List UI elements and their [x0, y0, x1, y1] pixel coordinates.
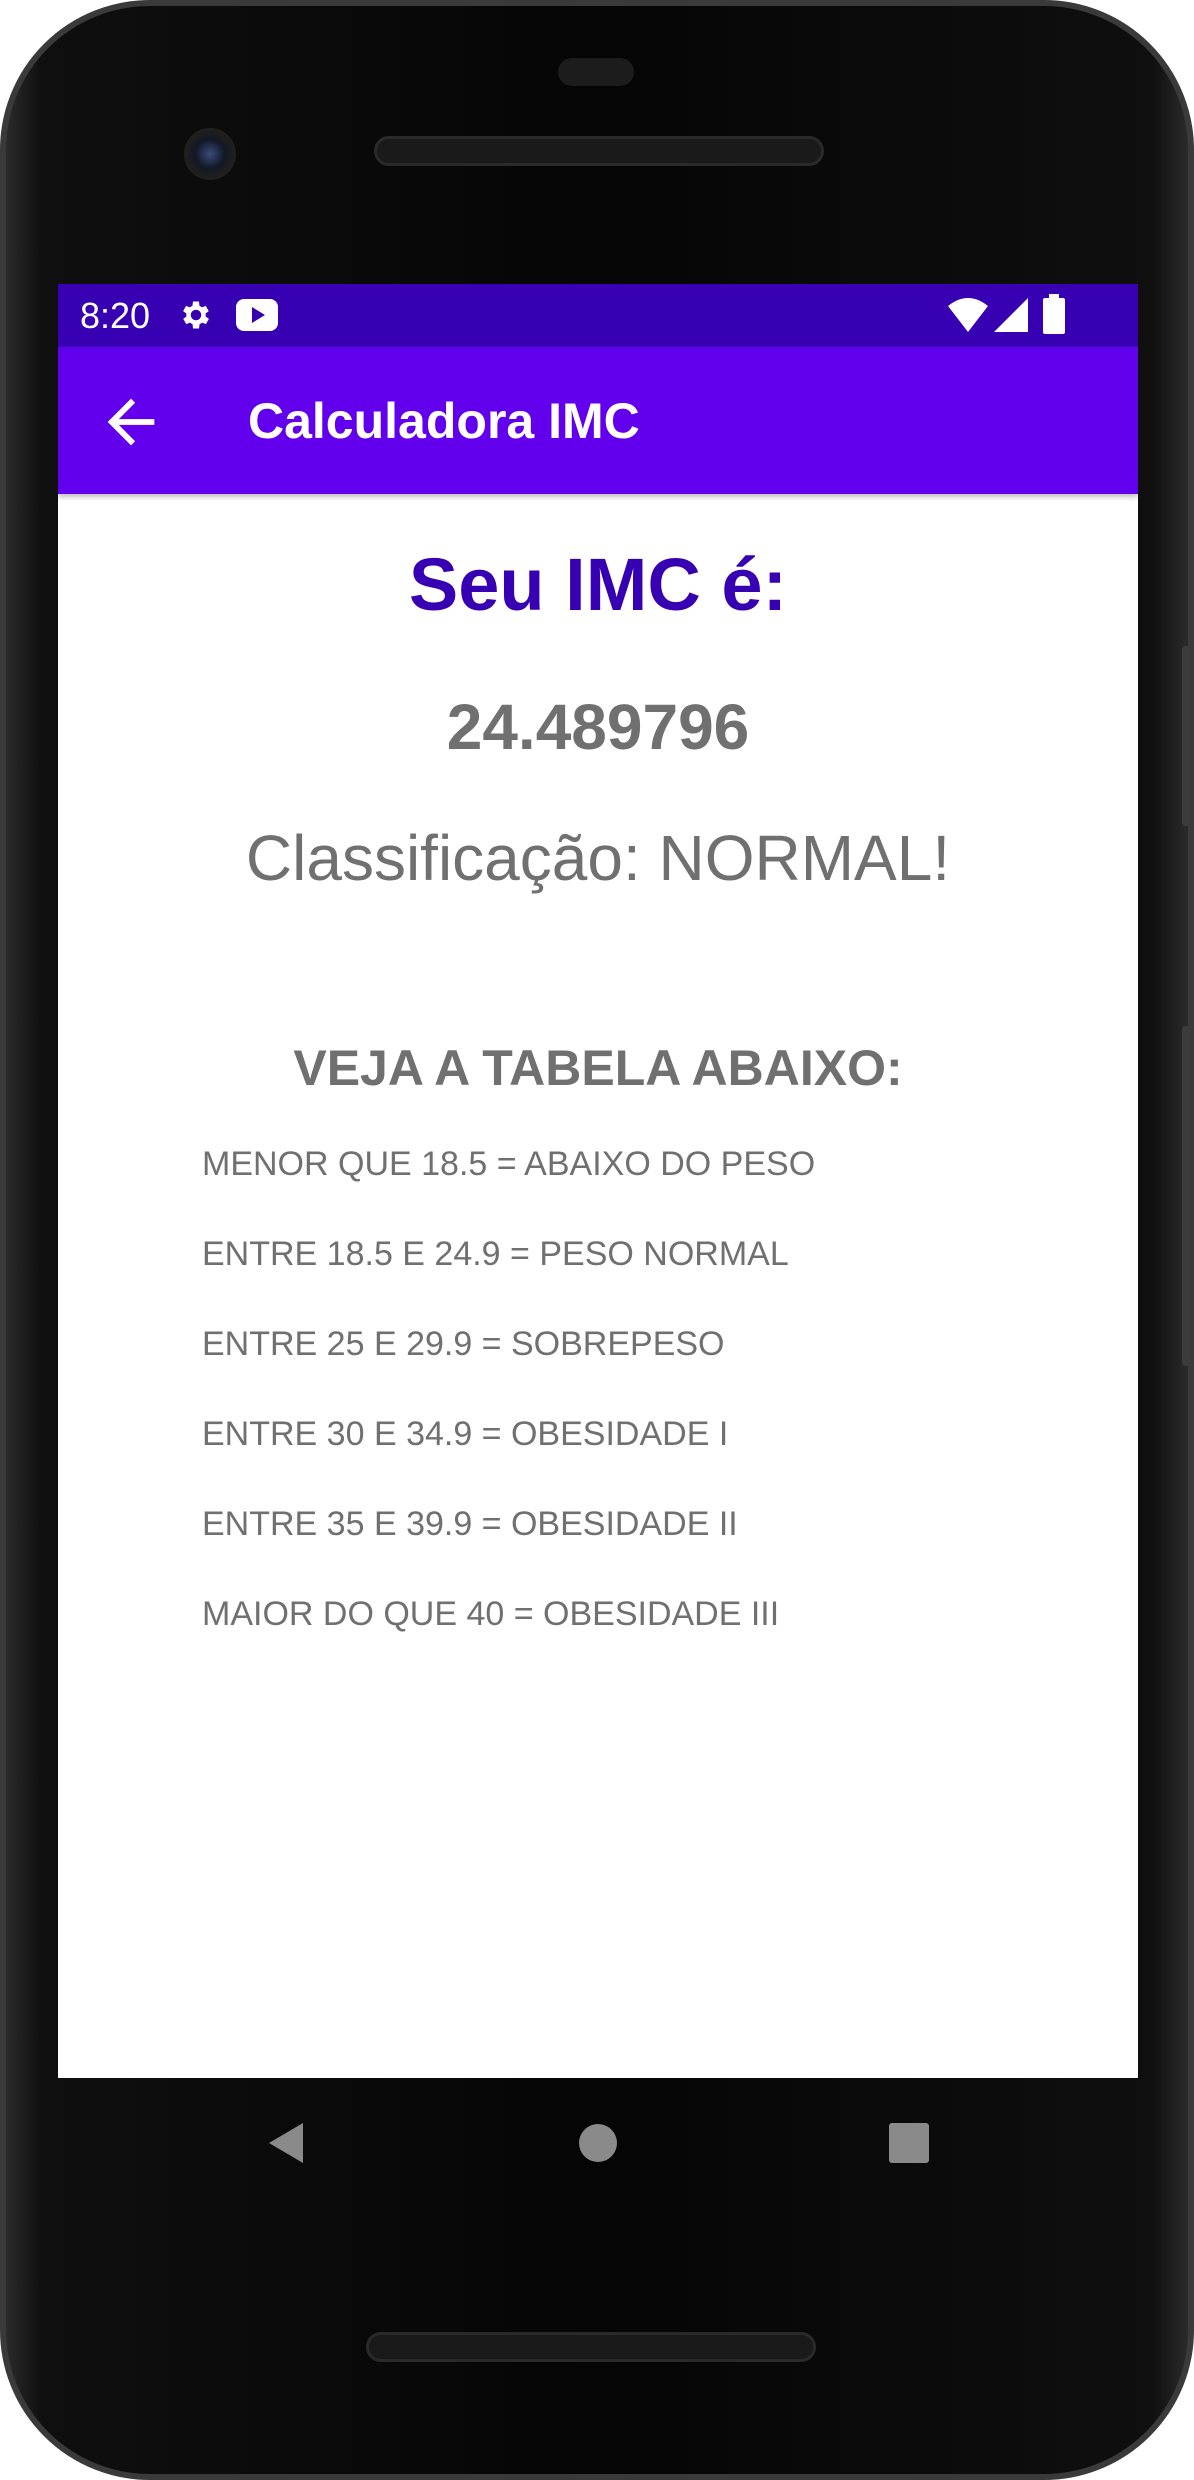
- power-button: [1182, 646, 1190, 826]
- bottom-speaker: [366, 2332, 816, 2362]
- earpiece: [558, 58, 634, 86]
- back-triangle-icon[interactable]: [251, 2108, 321, 2178]
- table-row: ENTRE 30 E 34.9 = OBESIDADE I: [202, 1415, 729, 1453]
- screen: 8:20 Calculadora IMC Seu IMC é: 24.48979…: [58, 284, 1138, 2078]
- navigation-bar: [6, 2078, 1194, 2208]
- app-title: Calculadora IMC: [248, 393, 640, 449]
- status-time: 8:20: [80, 295, 151, 336]
- home-circle-icon[interactable]: [563, 2108, 633, 2178]
- table-row: MENOR QUE 18.5 = ABAIXO DO PESO: [202, 1145, 816, 1183]
- table-row: ENTRE 18.5 E 24.9 = PESO NORMAL: [202, 1235, 789, 1273]
- table-row: ENTRE 35 E 39.9 = OBESIDADE II: [202, 1505, 738, 1543]
- bmi-table: MENOR QUE 18.5 = ABAIXO DO PESO ENTRE 18…: [202, 1144, 815, 1684]
- result-label: Seu IMC é:: [408, 543, 788, 626]
- youtube-icon: [236, 299, 278, 336]
- gear-icon: [178, 297, 214, 338]
- wifi-icon: [948, 298, 988, 337]
- back-arrow-icon[interactable]: [96, 387, 166, 457]
- front-camera: [184, 128, 236, 180]
- table-title: VEJA A TABELA ABAIXO:: [293, 1040, 903, 1096]
- signal-icon: [994, 298, 1028, 337]
- app-bar: Calculadora IMC: [58, 347, 1138, 494]
- phone-frame: 8:20 Calculadora IMC Seu IMC é: 24.48979…: [0, 0, 1194, 2480]
- volume-button: [1182, 1026, 1190, 1366]
- battery-icon: [1043, 294, 1065, 339]
- bmi-value: 24.489796: [446, 691, 750, 763]
- table-row: ENTRE 25 E 29.9 = SOBREPESO: [202, 1325, 725, 1363]
- classification-text: Classificação: NORMAL!: [245, 822, 951, 894]
- table-row: MAIOR DO QUE 40 = OBESIDADE III: [202, 1595, 780, 1633]
- recents-square-icon[interactable]: [874, 2108, 944, 2178]
- top-speaker: [374, 136, 824, 166]
- status-bar: 8:20: [58, 284, 1138, 347]
